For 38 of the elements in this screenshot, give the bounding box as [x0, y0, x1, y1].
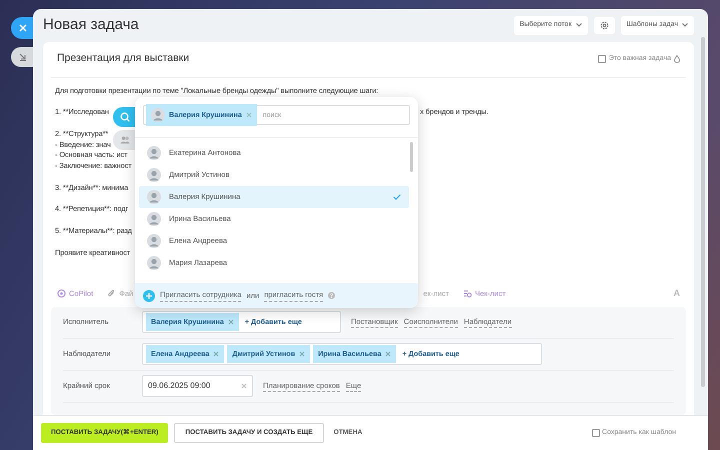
avatar-icon: [147, 190, 161, 204]
remove-icon[interactable]: [299, 351, 306, 358]
remove-icon[interactable]: [213, 351, 220, 358]
scrollbar[interactable]: [410, 142, 413, 172]
plus-icon: [143, 290, 155, 302]
search-icon: [120, 112, 130, 122]
settings-icon: [600, 20, 609, 30]
caret-icon: [682, 23, 688, 28]
date-value: 09.06.2025 09:00: [148, 380, 212, 392]
template-checkbox[interactable]: [592, 428, 600, 437]
window-title: Новая задача: [43, 15, 139, 36]
avatar-icon: [147, 212, 161, 226]
copilot-icon: [57, 289, 66, 298]
caret-icon: [576, 23, 582, 28]
avatar-icon: [147, 168, 161, 182]
people-icon: [120, 136, 130, 144]
task-title: Презентация для выставки: [57, 51, 190, 66]
remove-icon[interactable]: [385, 351, 392, 358]
checklist-icon: [462, 289, 472, 298]
arrow-icon: [19, 53, 27, 61]
date-field[interactable]: 09.06.2025 09:00: [142, 375, 253, 398]
collapse-button[interactable]: [11, 47, 35, 67]
avatar-icon: [147, 146, 161, 160]
scrollbar[interactable]: [701, 37, 705, 387]
remove-icon[interactable]: [241, 383, 247, 390]
avatar-icon: [151, 108, 165, 122]
settings-button[interactable]: [594, 16, 615, 34]
avatar-icon: [147, 234, 161, 248]
paperclip-icon: [107, 289, 116, 298]
add-button[interactable]: [143, 290, 155, 302]
important-checkbox[interactable]: [598, 55, 606, 64]
remove-icon[interactable]: [246, 112, 252, 118]
check-icon: [393, 194, 401, 200]
help-icon: [328, 292, 336, 299]
remove-icon[interactable]: [228, 319, 234, 326]
close-icon: [19, 24, 27, 32]
close-button[interactable]: [11, 17, 35, 39]
avatar-icon: [147, 256, 161, 270]
